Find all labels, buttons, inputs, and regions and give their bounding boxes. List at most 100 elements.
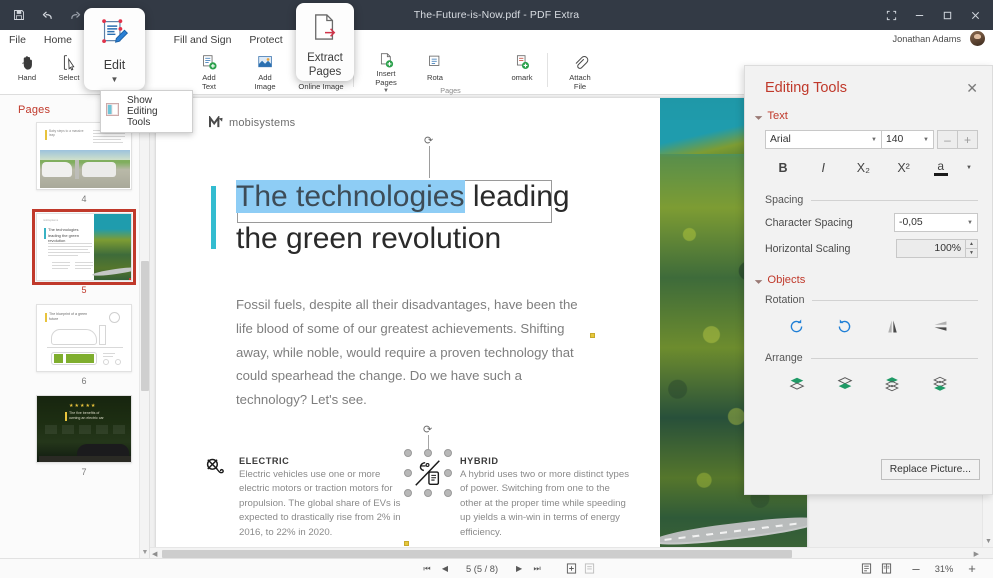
page-indicator[interactable]: 5 (5 / 8) [454,564,510,574]
resize-handle-sw[interactable] [404,489,412,497]
flip-horizontal-icon[interactable] [877,315,907,337]
resize-handle-w[interactable] [404,469,412,477]
menu-protect[interactable]: Protect [240,31,291,49]
section-text-header[interactable]: ◢ Text [745,102,992,126]
document-title-line2[interactable]: the green revolution [236,218,636,260]
page-thumbnail-4[interactable]: Baby steps to a massive leap 4 [14,122,150,204]
replace-picture-button[interactable]: Replace Picture... [881,459,980,480]
show-editing-tools-item[interactable]: Show Editing Tools [127,95,182,128]
page-thumbnail-5[interactable]: mobisystems The technologies leading the… [14,213,150,295]
menu-file[interactable]: File [0,31,35,49]
chevron-down-icon[interactable]: ▼ [967,220,973,226]
page-thumbnail-6[interactable]: The blueprint of a green future 6 [14,304,150,386]
chevron-down-icon[interactable]: ▼ [964,158,974,178]
object-rotate-handle-icon[interactable]: ⟳ [423,423,432,436]
page-thumbnail-6-image[interactable]: The blueprint of a green future [36,304,132,372]
continuous-view-icon[interactable] [580,560,598,578]
horizontal-scaling-stepper[interactable]: ▲ ▼ [965,239,978,258]
save-icon[interactable] [6,3,32,27]
fullscreen-icon[interactable] [877,0,905,30]
canvas-scroll-right-icon[interactable]: ▶ [974,550,979,558]
bring-to-front-icon[interactable] [782,373,812,395]
edit-flyout[interactable]: Edit ▼ [84,8,145,90]
pages-panel-scroll-thumb[interactable] [141,261,149,391]
text-color-button[interactable]: a [930,158,952,178]
single-page-view-icon[interactable] [562,560,580,578]
hybrid-body[interactable]: A hybrid uses two or more distinct types… [460,468,630,540]
page-layout-icon[interactable] [857,560,875,578]
ribbon-attach-file-button[interactable]: Attach File [552,50,608,94]
font-size-decrease-button[interactable]: – [937,130,958,149]
ribbon-add-image-button[interactable]: Add Image [237,50,293,94]
reading-layout-icon[interactable] [877,560,895,578]
canvas-horizontal-scrollbar[interactable]: ◀ ▶ [150,547,993,558]
document-page[interactable]: mobisystems ⟳ The technologies leading t… [156,98,807,553]
undo-icon[interactable] [34,3,60,27]
avatar[interactable] [970,31,985,46]
font-family-select[interactable]: Arial ▼ [765,130,882,149]
chevron-down-icon[interactable]: ▼ [111,75,119,84]
resize-handle-e[interactable] [444,469,452,477]
edit-dropdown-menu[interactable]: Show Editing Tools [100,90,193,133]
stepper-up-icon[interactable]: ▲ [965,239,978,249]
page-thumbnail-5-image[interactable]: mobisystems The technologies leading the… [36,213,132,281]
close-icon[interactable]: ✕ [966,82,978,94]
extract-pages-flyout[interactable]: ExtractPages [296,3,354,81]
electric-body[interactable]: Electric vehicles use one or more electr… [239,468,407,540]
document-paragraph[interactable]: Fossil fuels, despite all their disadvan… [236,293,596,412]
last-page-button[interactable]: ⏭ [528,560,546,578]
resize-handle-ne[interactable] [444,449,452,457]
maximize-icon[interactable] [933,0,961,30]
send-backward-icon[interactable] [925,373,955,395]
menu-fill-and-sign[interactable]: Fill and Sign [165,31,241,49]
chevron-down-icon[interactable]: ▼ [871,137,877,143]
comment-marker-1[interactable] [590,333,595,338]
comment-marker-2[interactable] [404,541,409,546]
character-spacing-select[interactable]: -0,05 ▼ [894,213,978,232]
send-to-back-icon[interactable] [830,373,860,395]
document-title-selected-text[interactable]: The technologies [236,180,465,213]
scroll-down-arrow-icon[interactable]: ▼ [140,547,150,558]
rotate-left-icon[interactable] [830,315,860,337]
rotate-right-icon[interactable] [782,315,812,337]
collapse-caret-icon[interactable]: ◢ [754,111,763,120]
menu-home[interactable]: Home [35,31,81,49]
font-size-increase-button[interactable]: + [957,130,978,149]
section-objects-header[interactable]: ◢ Objects [745,258,992,290]
resize-handle-n[interactable] [424,449,432,457]
close-icon[interactable] [961,0,989,30]
horizontal-scaling-input[interactable]: 100% [896,239,966,258]
ribbon-hand-button[interactable]: Hand [6,50,48,94]
canvas-hscroll-thumb[interactable] [162,550,792,558]
italic-button[interactable]: I [809,158,837,178]
rotate-handle-icon[interactable]: ⟳ [424,136,433,146]
first-page-button[interactable]: ⏮ [418,560,436,578]
flip-vertical-icon[interactable] [925,315,955,337]
bring-forward-icon[interactable] [877,373,907,395]
canvas-scroll-left-icon[interactable]: ◀ [152,550,157,558]
previous-page-button[interactable]: ◀ [436,560,454,578]
next-page-button[interactable]: ▶ [510,560,528,578]
bold-button[interactable]: B [769,158,797,178]
resize-handle-nw[interactable] [404,449,412,457]
page-thumbnail-7[interactable]: ★★★★★ The five benefits of owning an ele… [14,395,150,477]
collapse-caret-icon[interactable]: ◢ [754,275,763,284]
chevron-down-icon[interactable]: ▼ [923,137,929,143]
ribbon-add-text-button[interactable]: Add Text [181,50,237,94]
minimize-icon[interactable] [905,0,933,30]
stepper-down-icon[interactable]: ▼ [965,249,978,259]
document-title[interactable]: The technologies leading the green revol… [236,176,636,260]
resize-handle-s[interactable] [424,489,432,497]
resize-handle-se[interactable] [444,489,452,497]
zoom-level[interactable]: 31% [927,564,961,574]
zoom-out-button[interactable]: – [907,560,925,578]
canvas-scroll-down-icon[interactable]: ▼ [985,538,992,545]
zoom-in-button[interactable]: + [963,560,981,578]
superscript-button[interactable]: X² [890,158,918,178]
hybrid-object-selection[interactable]: ⟳ [408,453,448,493]
document-title-rest-text[interactable]: leading [465,180,570,213]
page-thumbnail-7-image[interactable]: ★★★★★ The five benefits of owning an ele… [36,395,132,463]
font-size-select[interactable]: 140 ▼ [881,130,934,149]
account-bar[interactable]: Jonathan Adams [893,31,985,46]
subscript-button[interactable]: X₂ [849,158,877,178]
